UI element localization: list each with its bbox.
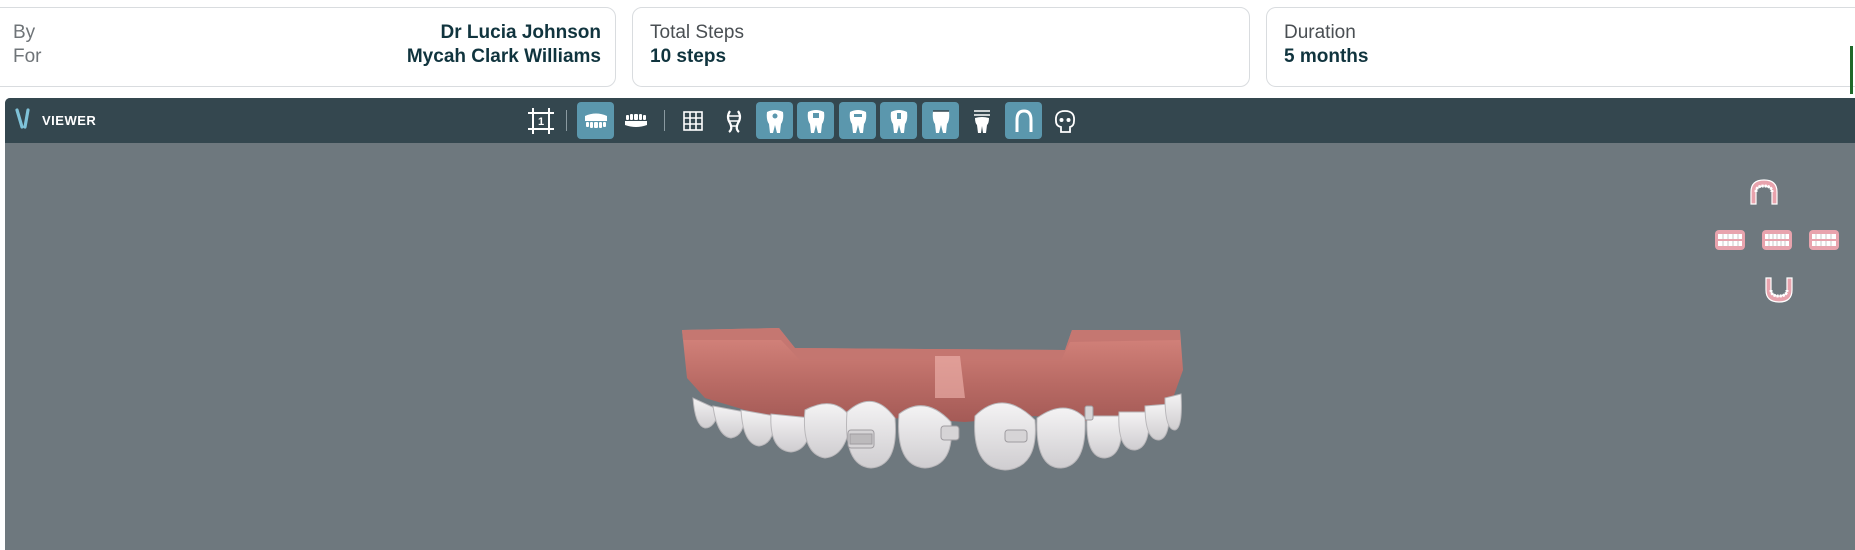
total-steps-card: Total Steps 10 steps: [632, 7, 1250, 87]
for-label: For: [13, 46, 42, 67]
patient-name: Mycah Clark Williams: [406, 46, 601, 67]
dental-model-3d[interactable]: [5, 98, 1855, 550]
author-patient-card: By Dr Lucia Johnson For Mycah Clark Will…: [0, 7, 616, 87]
treatment-viewer[interactable]: VIEWER 1: [5, 98, 1855, 550]
total-steps-label: Total Steps: [650, 22, 744, 43]
duration-label: Duration: [1284, 22, 1356, 43]
scroll-indicator: [1850, 46, 1853, 94]
by-label: By: [13, 22, 36, 43]
total-steps-value: 10 steps: [650, 46, 727, 67]
duration-value: 5 months: [1284, 46, 1369, 67]
duration-card: Duration 5 months: [1266, 7, 1855, 87]
summary-cards: By Dr Lucia Johnson For Mycah Clark Will…: [0, 0, 1855, 96]
doctor-name: Dr Lucia Johnson: [440, 22, 601, 43]
